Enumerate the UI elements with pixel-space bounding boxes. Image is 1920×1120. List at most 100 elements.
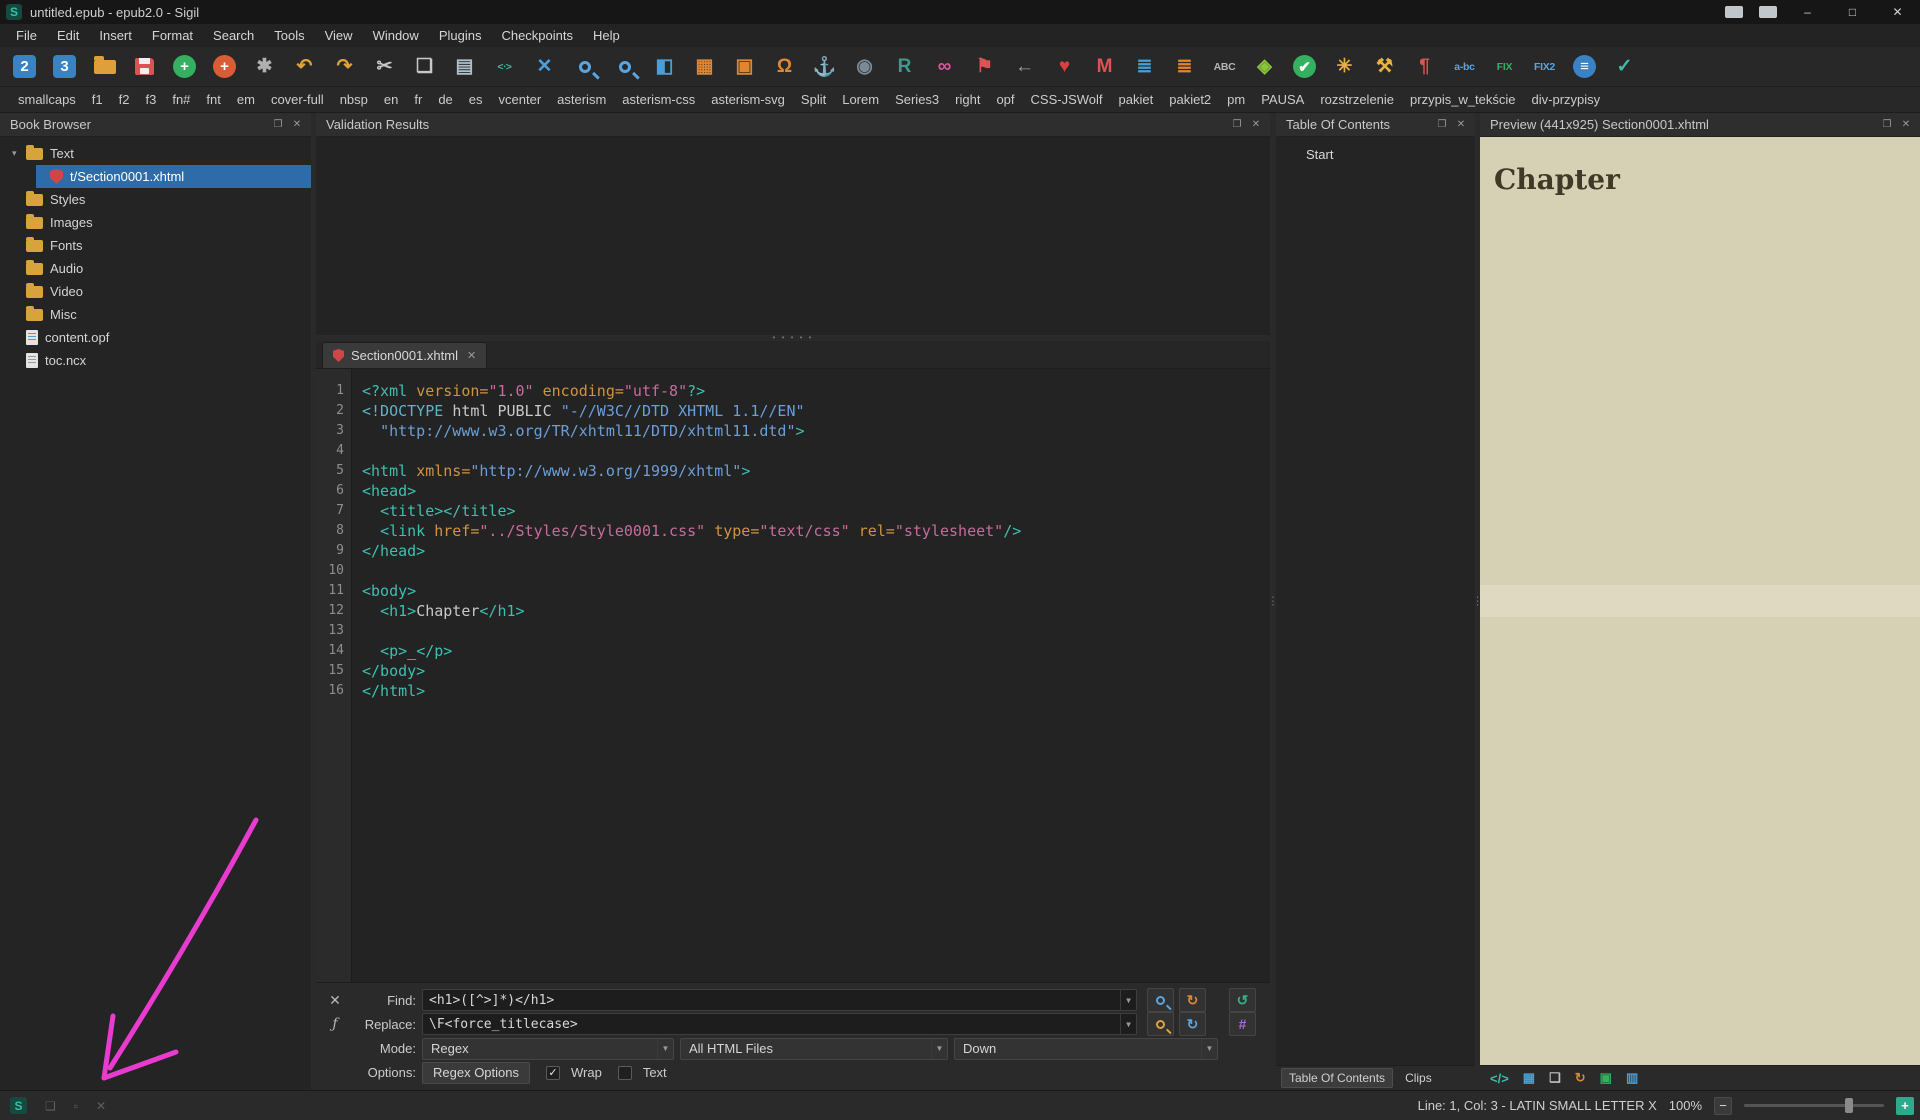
undock-icon[interactable]: ❐ [270,117,286,133]
undo-icon[interactable]: ↶ [288,52,321,82]
toolbar-button-de[interactable]: de [430,92,460,107]
new-epub3-icon[interactable]: 3 [48,52,81,82]
donate-heart-icon[interactable]: ♥ [1048,52,1081,82]
toolbar-button-fr[interactable]: fr [406,92,430,107]
toc-list-icon[interactable]: ≣ [1128,52,1161,82]
code-editor[interactable]: 1 <?xml version="1.0" encoding="utf-8"?> 2… [316,369,1270,982]
menu-search[interactable]: Search [203,26,264,45]
toolbar-button-nbsp[interactable]: nbsp [332,92,376,107]
maximize-button[interactable]: □ [1830,0,1875,24]
menu-insert[interactable]: Insert [89,26,142,45]
delete-x-icon[interactable]: ✕ [528,52,561,82]
toolbar-button-pm[interactable]: pm [1219,92,1253,107]
tree-item-images[interactable]: Images [0,211,311,234]
metadata-compass-icon[interactable]: ◉ [848,52,881,82]
image-icon[interactable]: ▣ [1600,1070,1612,1086]
undock-icon[interactable]: ❐ [1434,117,1450,133]
clear-icon[interactable]: ✕ [96,1099,106,1113]
toolbar-button-asterism-svg[interactable]: asterism-svg [703,92,793,107]
menu-checkpoints[interactable]: Checkpoints [491,26,583,45]
close-icon[interactable]: ✕ [1898,117,1914,133]
toolbar-button-pausa[interactable]: PAUSA [1253,92,1312,107]
menu-plugins[interactable]: Plugins [429,26,492,45]
toolbar-button-fn-[interactable]: fn# [164,92,198,107]
tree-item-t-section0001-xhtml[interactable]: t/Section0001.xhtml [0,165,311,188]
checkpoint-icon[interactable]: ▫ [74,1099,78,1113]
tab-section0001-xhtml[interactable]: Section0001.xhtml ✕ [322,342,488,368]
find-icon[interactable] [568,52,601,82]
menu-format[interactable]: Format [142,26,203,45]
tidy-check-icon[interactable]: ✓ [1608,52,1641,82]
zoom-find-icon[interactable] [608,52,641,82]
toolbar-button-em[interactable]: em [229,92,263,107]
cut-icon[interactable]: ✂ [368,52,401,82]
toolbar-button-div-przypisy[interactable]: div-przypisy [1524,92,1609,107]
close-icon[interactable]: ✕ [1248,117,1264,133]
tree-item-toc-ncx[interactable]: toc.ncx [0,349,311,372]
tree-item-content-opf[interactable]: content.opf [0,326,311,349]
replace-dropdown-icon[interactable]: ▼ [1120,1014,1136,1035]
toolbar-button-lorem[interactable]: Lorem [834,92,887,107]
repair-wrench-icon[interactable]: ⚒ [1368,52,1401,82]
copy-icon[interactable]: ❏ [1549,1070,1561,1086]
zoom-in-button[interactable]: + [1896,1096,1914,1115]
count-all-button[interactable]: # [1229,1012,1256,1037]
generate-toc-icon[interactable]: ≣ [1168,52,1201,82]
close-icon[interactable]: ✕ [289,117,305,133]
toc-item-start[interactable]: Start [1276,143,1475,165]
add-existing-icon[interactable]: + [208,52,241,82]
mode-select[interactable]: Regex ▼ [422,1037,674,1060]
toolbar-button-right[interactable]: right [947,92,988,107]
toolbar-button-series3[interactable]: Series3 [887,92,947,107]
new-epub2-icon[interactable]: 2 [8,52,41,82]
tree-item-misc[interactable]: Misc [0,303,311,326]
mail-icon[interactable]: M [1088,52,1121,82]
menu-file[interactable]: File [6,26,47,45]
restart-find-button[interactable]: ↺ [1229,988,1256,1012]
undock-icon[interactable]: ❐ [1879,117,1895,133]
text-checkbox[interactable] [617,1065,632,1080]
zoom-out-button[interactable]: − [1714,1096,1732,1115]
wellformed-check-icon[interactable]: ◈ [1248,52,1281,82]
refresh-icon[interactable]: ↻ [1575,1070,1586,1086]
redo-icon[interactable]: ↷ [328,52,361,82]
tree-item-text[interactable]: ▾ Text [0,142,311,165]
toolbar-button-asterism[interactable]: asterism [549,92,614,107]
replace-current-button[interactable]: ↻ [1179,988,1206,1012]
split-view-icon[interactable]: ◧ [648,52,681,82]
insert-link-icon[interactable]: ∞ [928,52,961,82]
dock-tab-clips[interactable]: Clips [1398,1069,1439,1087]
replace-next-button[interactable] [1147,1012,1174,1037]
toolbar-button-f1[interactable]: f1 [84,92,111,107]
menu-window[interactable]: Window [363,26,429,45]
reflow-lines-icon[interactable]: ≡ [1568,52,1601,82]
find-dropdown-icon[interactable]: ▼ [1120,990,1136,1010]
open-book-icon[interactable] [88,52,121,82]
toolbar-button-asterism-css[interactable]: asterism-css [614,92,703,107]
zoom-slider[interactable] [1744,1098,1884,1113]
clean-sparkle-icon[interactable]: ✳ [1328,52,1361,82]
reports-icon[interactable]: R [888,52,921,82]
toolbar-button-przypis-w-tek-cie[interactable]: przypis_w_tekście [1402,92,1524,107]
replace-all-button[interactable]: ↻ [1179,1012,1206,1037]
inspect-icon[interactable]: ▦ [1523,1070,1535,1086]
bookmark-icon[interactable]: ⚑ [968,52,1001,82]
on-screen-keyboard-icon[interactable] [1759,6,1777,18]
menu-edit[interactable]: Edit [47,26,89,45]
regex-options-button[interactable]: Regex Options [422,1061,530,1084]
tree-item-audio[interactable]: Audio [0,257,311,280]
spellcheck-icon[interactable]: ABC [1208,52,1241,82]
hyphenate-icon[interactable]: a-bc [1448,52,1481,82]
close-find-icon[interactable]: ✕ [322,992,348,1009]
toolbar-button-rozstrzelenie[interactable]: rozstrzelenie [1312,92,1402,107]
special-characters-icon[interactable]: Ω [768,52,801,82]
keyboard-layout-icon[interactable] [1725,6,1743,18]
close-icon[interactable]: ✕ [1453,117,1469,133]
plugin-icon[interactable]: ❏ [45,1099,56,1113]
menu-help[interactable]: Help [583,26,630,45]
paste-icon[interactable]: ▤ [448,52,481,82]
find-next-button[interactable] [1147,988,1174,1012]
toolbar-button-es[interactable]: es [461,92,491,107]
dock-tab-table-of-contents[interactable]: Table Of Contents [1281,1068,1394,1088]
validate-check-icon[interactable]: ✔ [1288,52,1321,82]
